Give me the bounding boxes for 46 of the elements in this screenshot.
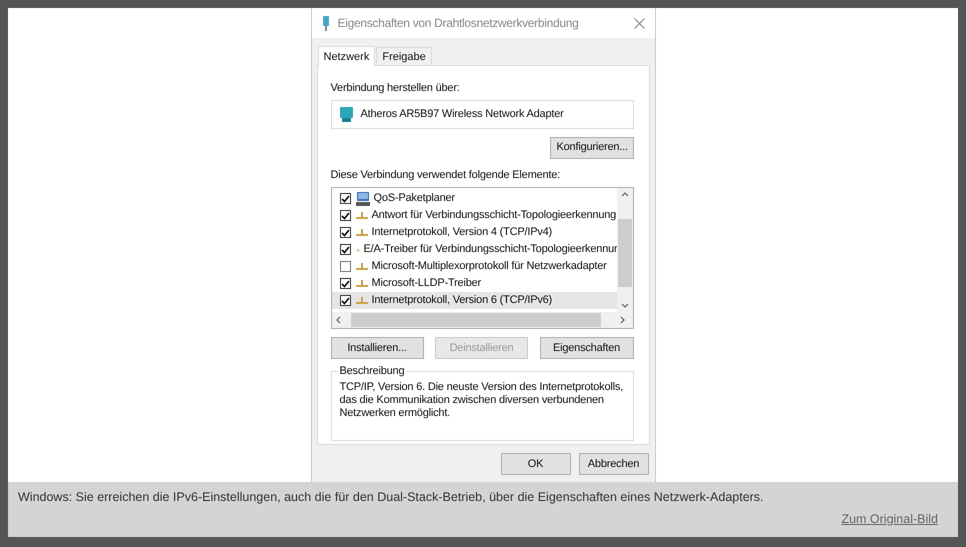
description-text: TCP/IP, Version 6. Die neuste Version des Internetprotokolls, das die Kommunikation zwischen diversen verbundenen Netzwerken ermöglicht. [340,381,624,420]
tab[interactable]: Netzwerk [318,46,376,66]
list-item[interactable]: Antwort für Verbindungsschicht-Topologieerkennung [332,207,618,224]
network-adapter-icon [340,106,352,122]
window-title: Eigenschaften von Drahtlosnetzwerkverbindung [338,15,580,32]
protocol-icon [356,262,368,270]
caption-text: Windows: Sie erreichen die IPv6-Einstellungen, auch die für den Dual-Stack-Betrieb, über die Eigenschaften eines Netzwerk-Adapters. [18,490,764,504]
group-legend: Beschreibung [336,365,408,377]
vertical-scrollbar[interactable] [616,188,632,312]
list-item[interactable]: QoS-Paketplaner [332,190,618,207]
protocol-icon [356,212,368,220]
wifi-adapter-icon [322,16,330,30]
computer-icon [356,192,370,206]
adapter-name: Atheros AR5B97 Wireless Network Adapter [360,106,564,122]
protocol-icon [356,246,360,254]
list-item[interactable]: E/A-Treiber für Verbindungsschicht-Topologieerkennur [332,241,618,258]
dialog-button[interactable]: Abbrechen [578,453,648,475]
checkbox[interactable] [340,261,350,272]
list-item[interactable]: Internetprotokoll, Version 6 (TCP/IPv6) [332,292,618,309]
scroll-up-icon[interactable] [620,192,628,197]
close-icon[interactable] [634,18,644,28]
checkbox[interactable] [340,193,350,204]
elements-list[interactable] [330,187,634,329]
original-image-link[interactable]: Zum Original-Bild [841,510,938,529]
tab[interactable]: Freigabe [376,47,432,65]
scroll-down-icon[interactable] [620,303,628,308]
field-label: Verbindung herstellen über: [330,81,461,96]
checkbox[interactable] [340,227,350,238]
list-label: Diese Verbindung verwendet folgende Elemente: [330,168,561,182]
horizontal-scrollbar[interactable] [332,312,632,328]
protocol-icon [356,280,368,288]
checkbox[interactable] [340,295,350,306]
protocol-icon [356,228,368,236]
configure-button[interactable]: Konfigurieren... [550,136,634,158]
list-item[interactable]: Microsoft-LLDP-Treiber [332,275,618,292]
protocol-icon [356,296,368,304]
checkbox[interactable] [340,278,350,289]
action-button[interactable]: Installieren... [330,337,424,359]
scroll-left-icon[interactable] [336,316,340,324]
list-item[interactable]: Microsoft-Multiplexorprotokoll für Netzwerkadapter [332,258,618,275]
list-item[interactable]: Internetprotokoll, Version 4 (TCP/IPv4) [332,224,618,241]
checkbox[interactable] [340,244,350,255]
dialog-button[interactable]: OK [500,453,570,475]
scroll-right-icon[interactable] [620,316,624,324]
checkbox[interactable] [340,210,350,221]
action-button[interactable]: Eigenschaften [540,337,634,359]
